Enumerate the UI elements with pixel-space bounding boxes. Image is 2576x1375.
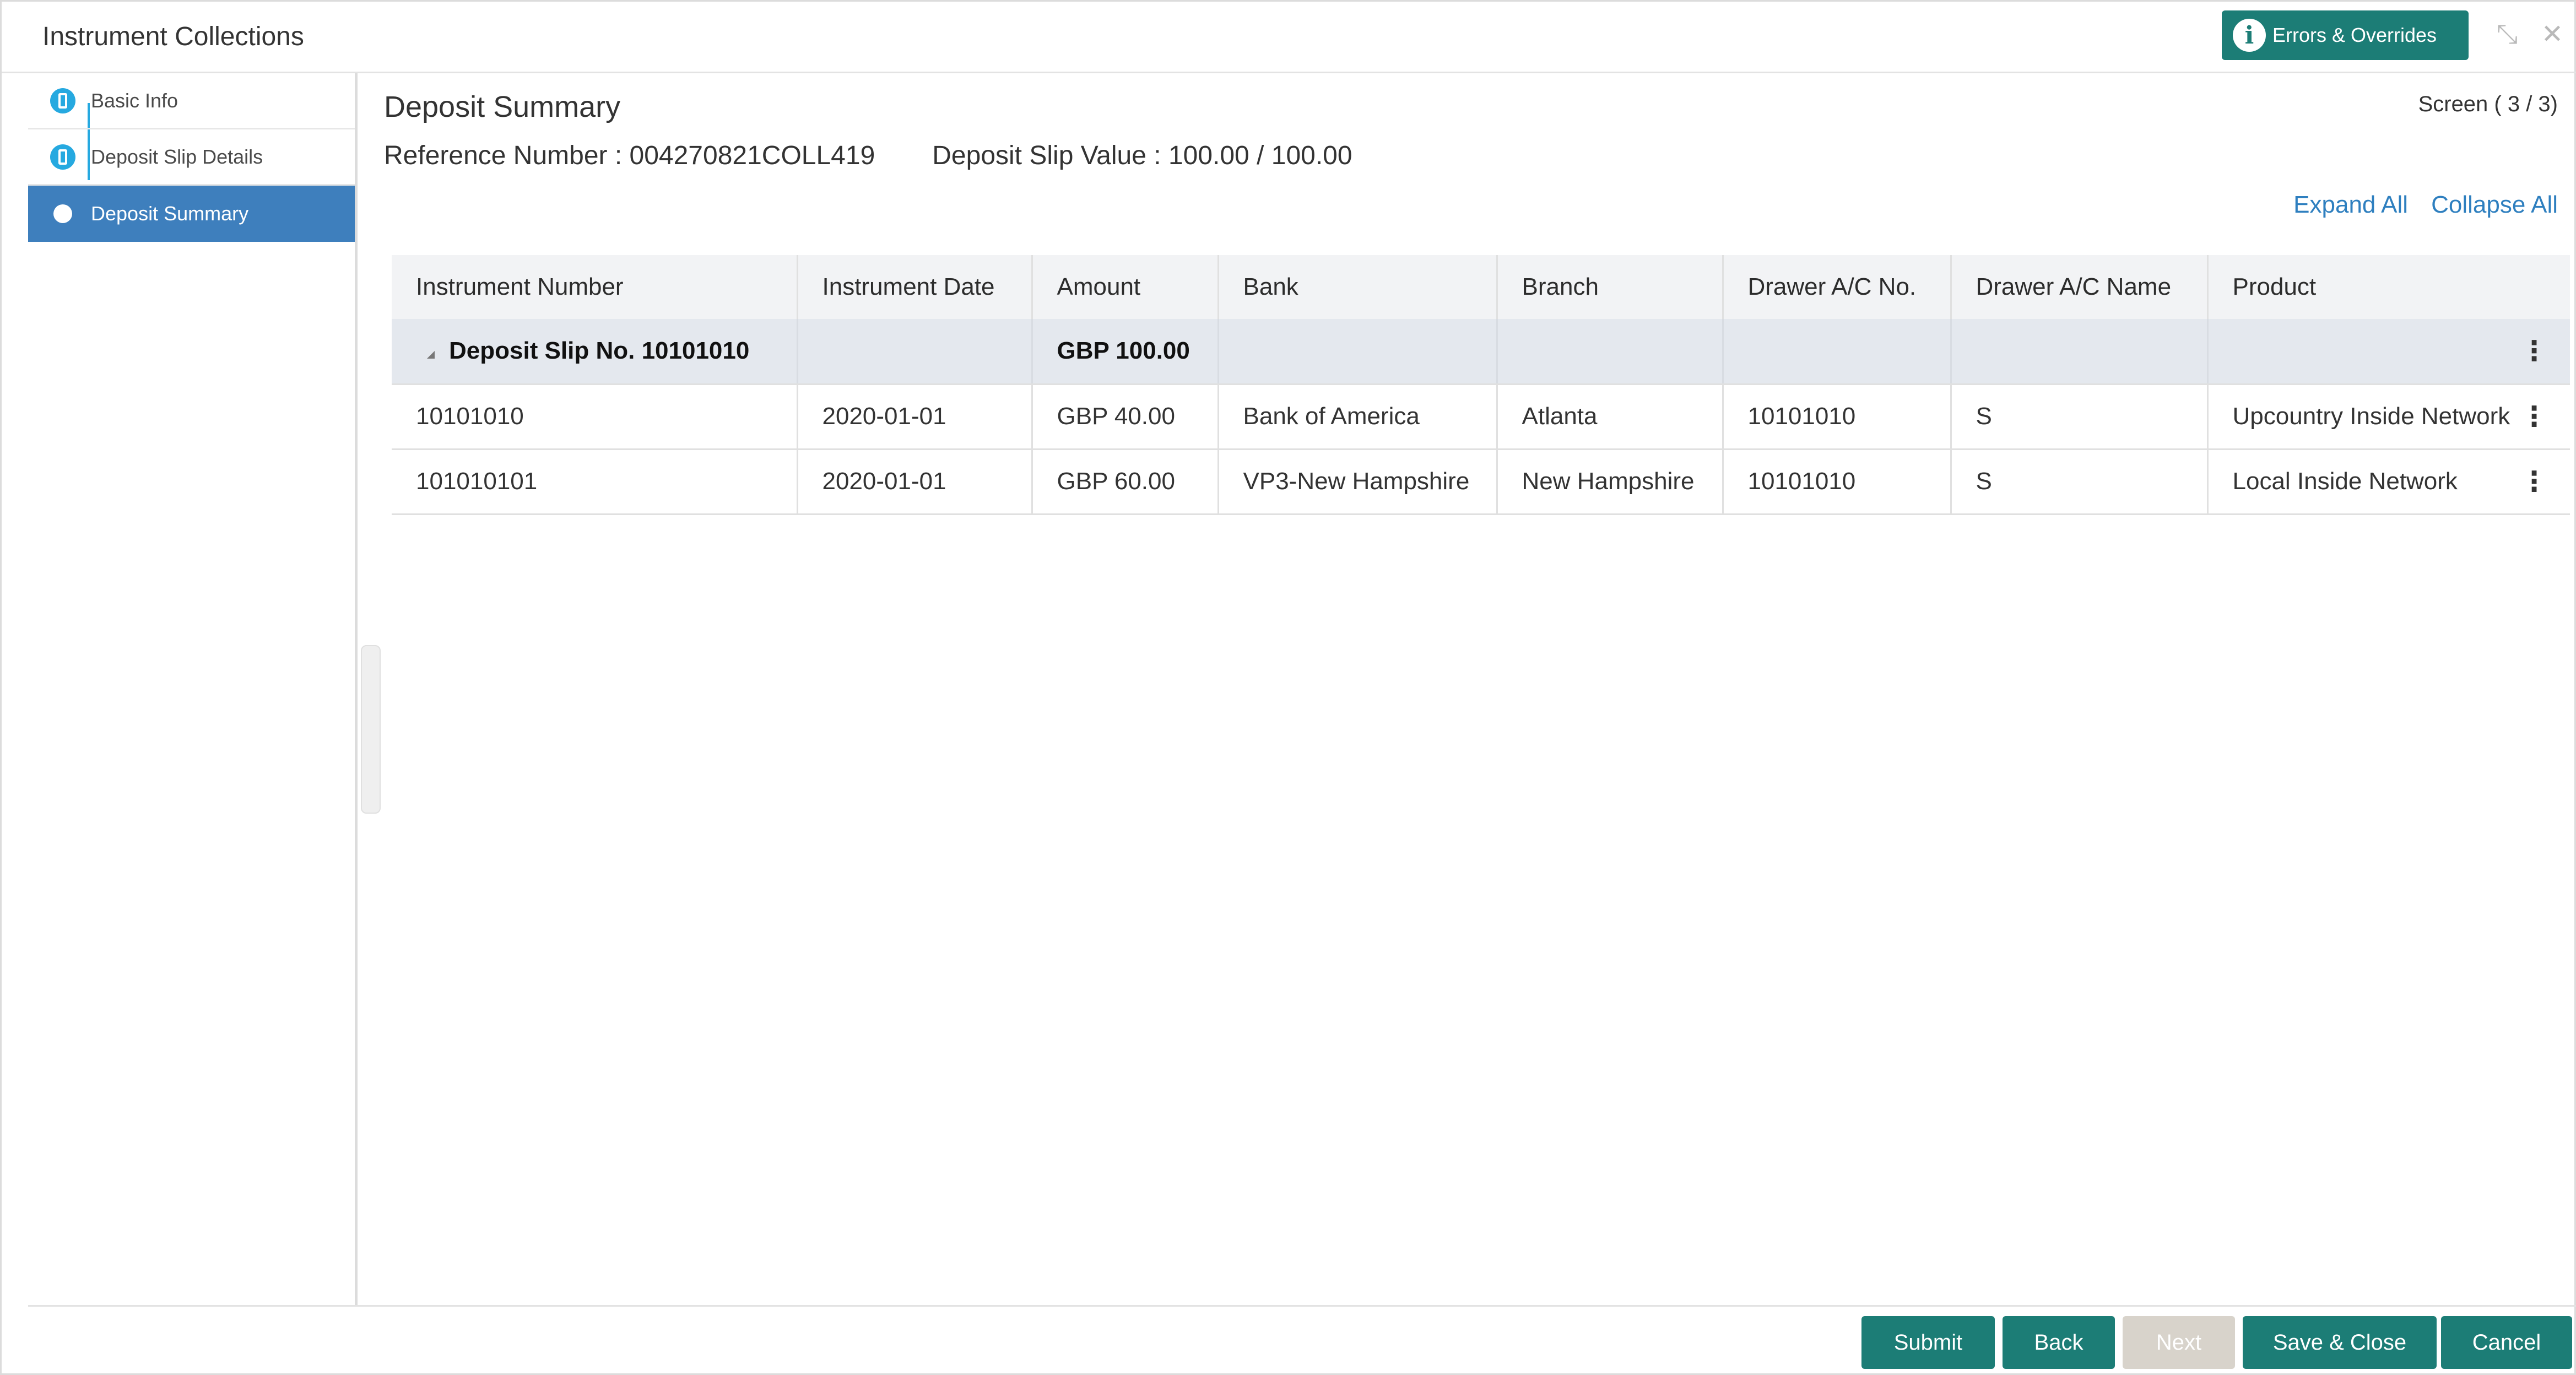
- cell-drawer-ac-no: 10101010: [1723, 384, 1952, 450]
- group-amount: GBP 100.00: [1032, 319, 1219, 385]
- cell-product: Local Inside Network: [2232, 468, 2458, 495]
- cell-branch: Atlanta: [1497, 384, 1724, 450]
- column-header[interactable]: Drawer A/C No.: [1723, 255, 1952, 319]
- group-row[interactable]: Deposit Slip No. 10101010 GBP 100.00 ⋮: [392, 319, 2570, 385]
- next-button[interactable]: Next: [2123, 1316, 2235, 1369]
- column-header[interactable]: Bank: [1218, 255, 1498, 319]
- step-label: Deposit Slip Details: [91, 145, 263, 168]
- footer-divider: [28, 1305, 2576, 1307]
- column-header[interactable]: Instrument Date: [797, 255, 1033, 319]
- column-header[interactable]: Instrument Number: [392, 255, 798, 319]
- table-row[interactable]: 10101010 2020-01-01 GBP 40.00 Bank of Am…: [392, 384, 2570, 450]
- cell-branch: New Hampshire: [1497, 449, 1724, 515]
- sidebar-steps: Basic Info Deposit Slip Details Deposit …: [28, 73, 358, 1305]
- deposit-slip-value: Deposit Slip Value : 100.00 / 100.00: [932, 141, 1352, 170]
- back-button[interactable]: Back: [2003, 1316, 2115, 1369]
- cancel-button[interactable]: Cancel: [2441, 1316, 2572, 1369]
- collapse-triangle-icon[interactable]: [427, 351, 435, 359]
- reference-info: Reference Number : 004270821COLL419 Depo…: [384, 140, 1352, 171]
- collapse-all-link[interactable]: Collapse All: [2431, 191, 2558, 219]
- cell-drawer-ac-name: S: [1951, 384, 2209, 450]
- row-menu-icon[interactable]: ⋮: [2520, 335, 2548, 367]
- app-title: Instrument Collections: [42, 22, 304, 51]
- close-icon[interactable]: ✕: [2536, 18, 2569, 51]
- cell-drawer-ac-name: S: [1951, 449, 2209, 515]
- cell-instrument-number: 101010101: [392, 449, 798, 515]
- panel-resize-handle[interactable]: [361, 645, 381, 814]
- reference-number: Reference Number : 004270821COLL419: [384, 141, 875, 170]
- step-label: Basic Info: [91, 89, 178, 112]
- errors-overrides-label: Errors & Overrides: [2272, 24, 2437, 46]
- cell-instrument-date: 2020-01-01: [797, 449, 1033, 515]
- minimize-icon[interactable]: ⤡: [2491, 18, 2524, 51]
- step-complete-icon: [50, 144, 75, 170]
- submit-button[interactable]: Submit: [1861, 1316, 1995, 1369]
- step-complete-icon: [50, 88, 75, 113]
- cell-drawer-ac-no: 10101010: [1723, 449, 1952, 515]
- cell-amount: GBP 40.00: [1032, 384, 1219, 450]
- column-header[interactable]: Amount: [1032, 255, 1219, 319]
- table-header-row: Instrument Number Instrument Date Amount…: [392, 255, 2570, 319]
- sidebar-step-deposit-summary[interactable]: Deposit Summary: [28, 186, 355, 242]
- table-row[interactable]: 101010101 2020-01-01 GBP 60.00 VP3-New H…: [392, 449, 2570, 515]
- cell-amount: GBP 60.00: [1032, 449, 1219, 515]
- column-header[interactable]: Product: [2207, 255, 2570, 319]
- expand-all-link[interactable]: Expand All: [2293, 191, 2408, 219]
- expand-collapse-links: Expand All Collapse All: [2293, 191, 2558, 219]
- app-window: Instrument Collections i Errors & Overri…: [0, 0, 2576, 1375]
- group-label: Deposit Slip No. 10101010: [449, 337, 750, 365]
- step-label: Deposit Summary: [91, 202, 249, 225]
- instrument-table: Instrument Number Instrument Date Amount…: [392, 255, 2570, 515]
- screen-indicator: Screen ( 3 / 3): [2418, 92, 2558, 116]
- cell-bank: Bank of America: [1218, 384, 1498, 450]
- cell-product: Upcountry Inside Network: [2232, 403, 2510, 430]
- page-title: Deposit Summary: [384, 90, 621, 123]
- column-header[interactable]: Branch: [1497, 255, 1724, 319]
- cell-instrument-date: 2020-01-01: [797, 384, 1033, 450]
- row-menu-icon[interactable]: ⋮: [2520, 465, 2548, 497]
- info-icon: i: [2233, 19, 2266, 52]
- sidebar-step-basic-info[interactable]: Basic Info: [28, 73, 355, 129]
- sidebar-step-deposit-slip-details[interactable]: Deposit Slip Details: [28, 129, 355, 186]
- save-close-button[interactable]: Save & Close: [2243, 1316, 2437, 1369]
- cell-instrument-number: 10101010: [392, 384, 798, 450]
- cell-bank: VP3-New Hampshire: [1218, 449, 1498, 515]
- errors-overrides-button[interactable]: i Errors & Overrides: [2222, 10, 2469, 60]
- row-menu-icon[interactable]: ⋮: [2520, 400, 2548, 432]
- step-current-icon: [53, 204, 72, 223]
- header-bar: Instrument Collections i Errors & Overri…: [2, 2, 2576, 73]
- column-header[interactable]: Drawer A/C Name: [1951, 255, 2209, 319]
